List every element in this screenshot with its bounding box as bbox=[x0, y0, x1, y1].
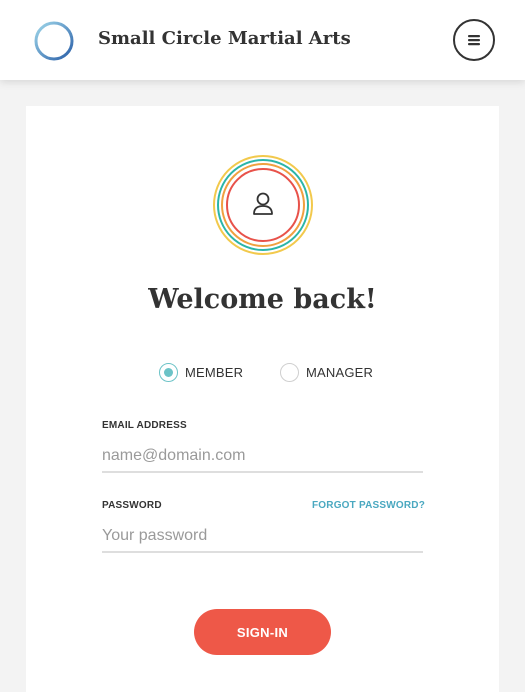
role-label: MANAGER bbox=[306, 364, 374, 380]
ring-logo-icon[interactable] bbox=[33, 20, 75, 62]
password-field[interactable] bbox=[102, 521, 423, 553]
password-label: PASSWORD bbox=[102, 500, 162, 511]
sign-in-button[interactable]: SIGN-IN bbox=[194, 609, 331, 655]
role-radio-manager[interactable]: MANAGER bbox=[280, 362, 373, 382]
brand-title[interactable]: Small Circle Martial Arts bbox=[98, 28, 351, 49]
hamburger-menu-icon bbox=[468, 35, 480, 46]
role-radio-member[interactable]: MEMBER bbox=[159, 362, 243, 382]
page-title: Welcome back! bbox=[148, 284, 377, 315]
email-field[interactable] bbox=[102, 441, 423, 473]
menu-button[interactable] bbox=[453, 19, 495, 61]
radio-button-checked[interactable] bbox=[159, 362, 178, 382]
app-header: Small Circle Martial Arts bbox=[0, 0, 525, 80]
radio-button-unchecked[interactable] bbox=[280, 362, 299, 382]
email-label: EMAIL ADDRESS bbox=[102, 420, 187, 431]
login-card: Welcome back! MEMBER MANAGER EMAIL ADDRE… bbox=[26, 106, 499, 692]
role-label: MEMBER bbox=[185, 364, 244, 380]
avatar bbox=[212, 154, 314, 256]
forgot-password-link[interactable]: FORGOT PASSWORD? bbox=[312, 500, 425, 511]
